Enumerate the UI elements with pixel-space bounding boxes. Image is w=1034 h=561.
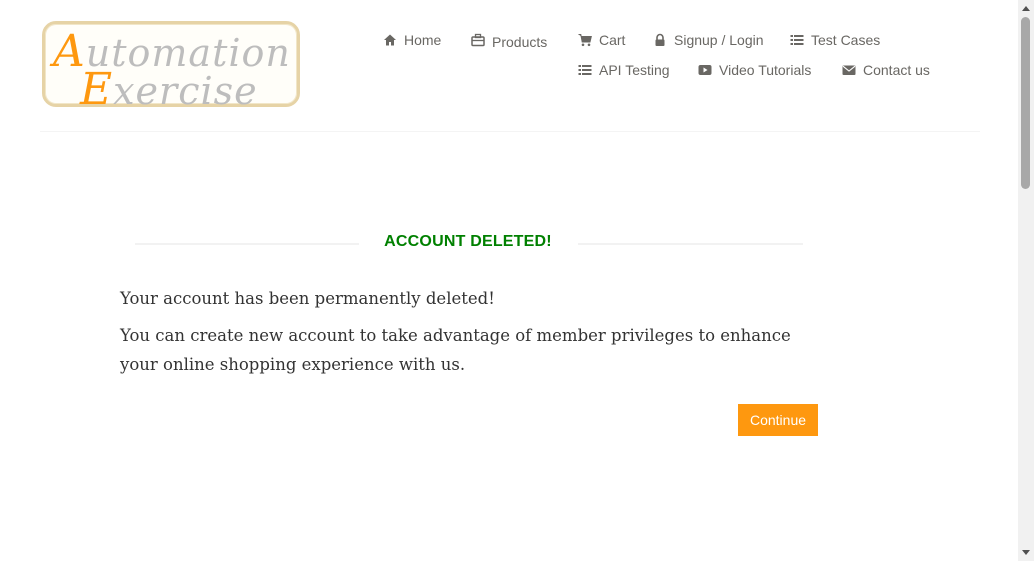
- page-title: ACCOUNT DELETED!: [384, 233, 552, 250]
- nav-products[interactable]: Products: [471, 32, 548, 50]
- nav-signup-login-label: Signup / Login: [674, 32, 764, 48]
- header-divider: [40, 131, 980, 132]
- nav-test-cases[interactable]: Test Cases: [790, 32, 880, 48]
- privileges-message: You can create new account to take advan…: [120, 326, 791, 374]
- list-icon: [578, 63, 592, 77]
- site-logo[interactable]: Automation Exercise: [42, 21, 300, 115]
- title-divider-left: [135, 243, 359, 245]
- nav-home[interactable]: Home: [383, 32, 441, 48]
- nav-contact-us-label: Contact us: [863, 62, 930, 78]
- nav-contact-us[interactable]: Contact us: [842, 62, 930, 78]
- nav-video-tutorials-label: Video Tutorials: [719, 62, 812, 78]
- lock-icon: [653, 33, 667, 47]
- list-icon: [790, 33, 804, 47]
- nav-api-testing-label: API Testing: [599, 62, 670, 78]
- nav-signup-login[interactable]: Signup / Login: [653, 32, 764, 48]
- envelope-icon: [842, 63, 856, 77]
- briefcase-icon: [471, 33, 485, 47]
- continue-button[interactable]: Continue: [738, 404, 818, 436]
- nav-test-cases-label: Test Cases: [811, 32, 881, 48]
- home-icon: [383, 33, 397, 47]
- vertical-scrollbar[interactable]: [1018, 0, 1034, 561]
- nav-cart[interactable]: Cart: [578, 32, 625, 48]
- scrollbar-thumb[interactable]: [1021, 17, 1030, 189]
- nav-video-tutorials[interactable]: Video Tutorials: [698, 62, 811, 78]
- shopping-cart-icon: [578, 33, 592, 47]
- nav-home-label: Home: [404, 32, 442, 48]
- logo-line-2: Exercise: [80, 64, 258, 115]
- logo-accent-e: E: [80, 64, 114, 115]
- nav-products-label: Products: [492, 34, 548, 50]
- page: Automation Exercise Home Products Cart S…: [0, 0, 1018, 561]
- youtube-play-icon: [698, 63, 712, 77]
- nav-api-testing[interactable]: API Testing: [578, 62, 670, 78]
- deleted-message: Your account has been permanently delete…: [120, 289, 495, 308]
- nav-cart-label: Cart: [599, 32, 626, 48]
- logo-text-exercise: xercise: [113, 69, 258, 113]
- scroll-down-arrow-icon[interactable]: [1018, 545, 1034, 561]
- scroll-up-arrow-icon[interactable]: [1018, 0, 1034, 16]
- title-divider-right: [578, 243, 803, 245]
